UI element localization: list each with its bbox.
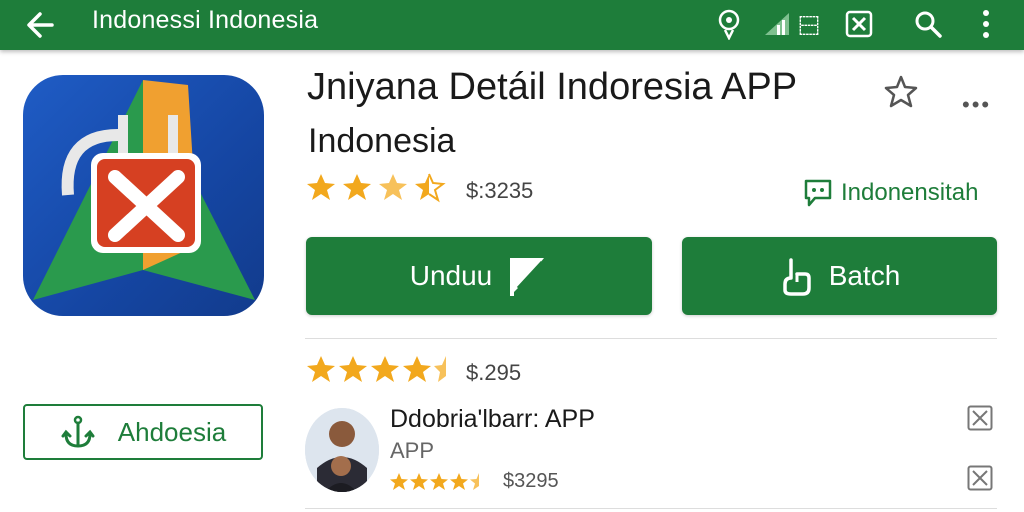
tools-icon[interactable]	[843, 6, 875, 42]
more-vert-icon[interactable]	[976, 6, 996, 42]
list-divider	[305, 508, 997, 509]
signal-icon	[762, 6, 792, 42]
anchor-button-label: Ahdoesia	[117, 416, 227, 447]
anchor-icon	[61, 415, 95, 448]
wishlist-star-icon[interactable]	[883, 74, 919, 110]
back-arrow-icon[interactable]	[22, 6, 62, 44]
section-divider	[305, 338, 997, 339]
app-price: $:3235	[466, 178, 534, 203]
download-button-label: Unduu	[409, 260, 493, 291]
chat-link[interactable]: Indonensitah	[803, 178, 978, 208]
chat-bubble-icon	[804, 179, 832, 207]
close-box-icon[interactable]	[967, 405, 993, 431]
top-app-bar: Indonessi Indonesia ⿱	[0, 0, 1024, 50]
download-button[interactable]: Unduu	[306, 237, 652, 315]
batch-button[interactable]: Batch	[682, 237, 997, 315]
list-item-price: $3295	[503, 470, 559, 492]
list-item-rating-stars	[390, 472, 490, 492]
app-bar-title: Indonessi Indonesia	[92, 6, 319, 34]
chat-label: Indonensitah	[841, 179, 979, 206]
rating-stars-secondary	[306, 354, 456, 386]
search-icon[interactable]	[912, 6, 944, 42]
batch-button-label: Batch	[828, 260, 901, 291]
app-title: Jniyana Detáil Indoresia APP	[307, 66, 798, 108]
rating-stars	[306, 172, 456, 204]
avatar[interactable]	[305, 408, 379, 492]
app-subtitle: Indonesia	[308, 122, 456, 160]
more-horiz-icon[interactable]: •••	[962, 92, 991, 118]
list-item-title[interactable]: Ddobria'lbarr: APP	[390, 405, 595, 434]
list-item-subtitle: APP	[390, 438, 435, 463]
download-flag-icon	[510, 258, 545, 296]
close-box-icon[interactable]	[967, 465, 993, 491]
touch-hand-icon	[782, 258, 811, 296]
translate-icon[interactable]: ⿱	[796, 6, 822, 42]
app-icon-logo	[23, 75, 264, 316]
secondary-price: $.295	[466, 360, 522, 385]
location-pin-icon[interactable]	[714, 6, 744, 42]
anchor-button[interactable]: Ahdoesia	[23, 404, 263, 460]
